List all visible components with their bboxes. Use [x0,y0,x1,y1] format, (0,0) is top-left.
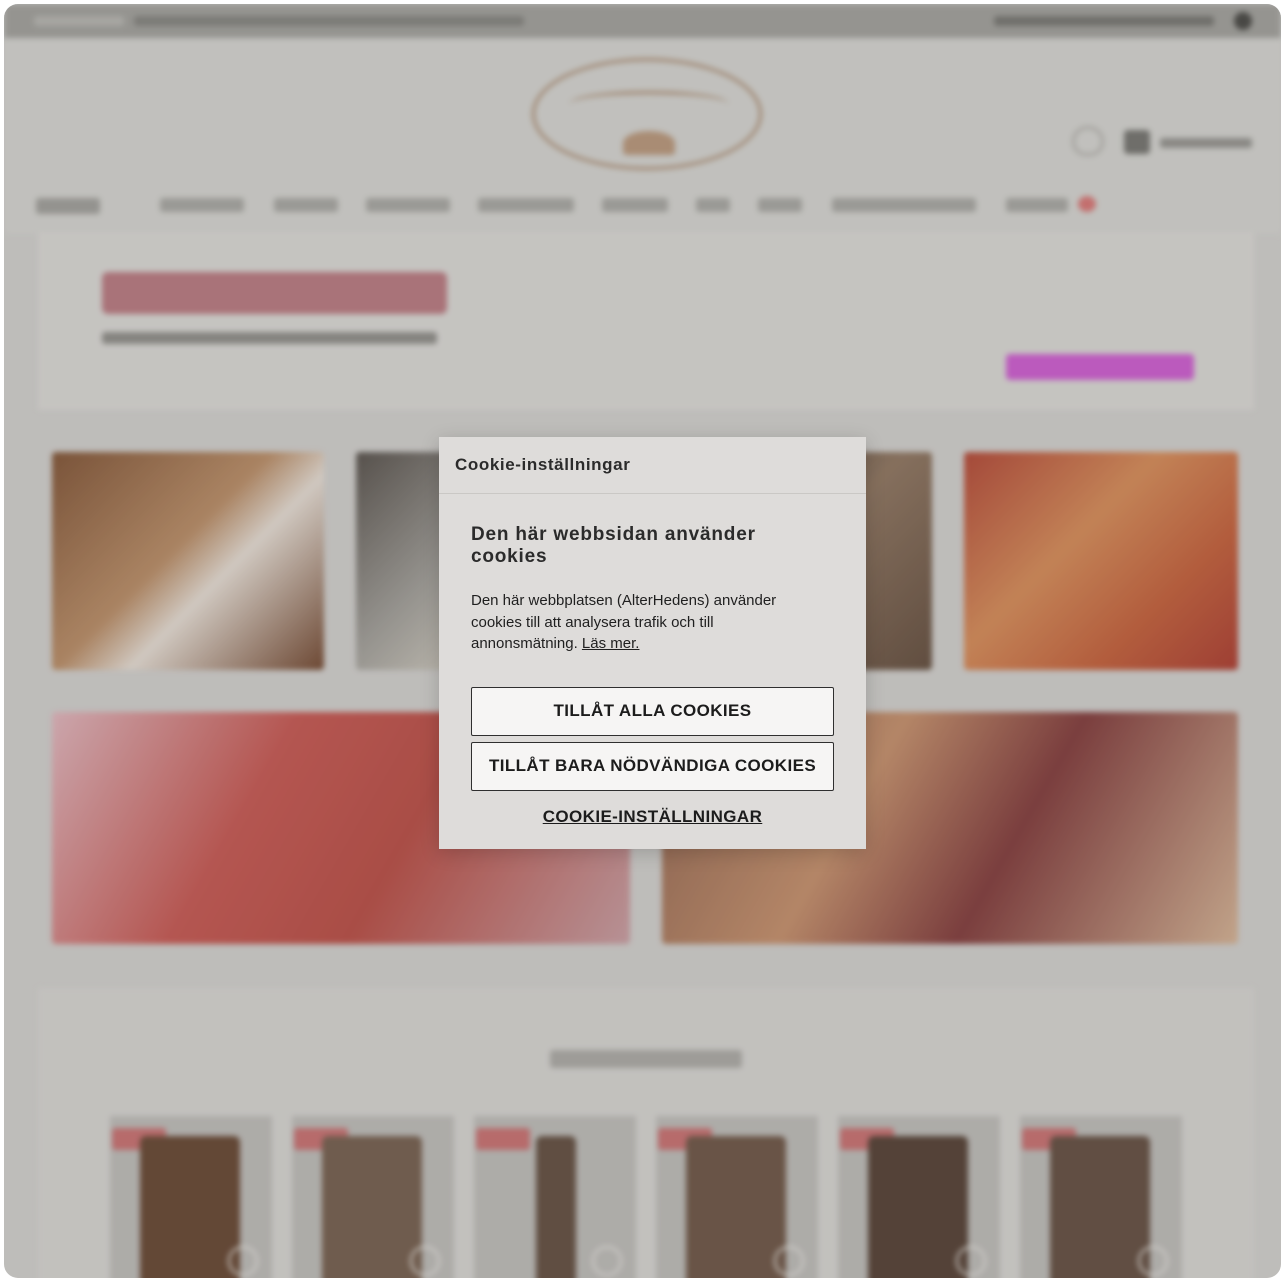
browser-window: Cookie-inställningar Den här webbsidan a… [4,4,1281,1278]
dialog-description: Den här webbplatsen (AlterHedens) använd… [471,590,811,655]
allow-all-cookies-button[interactable]: TILLÅT ALLA COOKIES [471,686,834,736]
read-more-link[interactable]: Läs mer. [582,635,640,652]
dialog-body: Den här webbsidan använder cookies Den h… [439,494,866,827]
cookie-consent-dialog: Cookie-inställningar Den här webbsidan a… [439,437,866,849]
cookie-settings-link[interactable]: COOKIE-INSTÄLLNINGAR [471,807,834,827]
dialog-title: Den här webbsidan använder cookies [471,524,756,567]
dialog-header: Cookie-inställningar [439,437,866,494]
allow-necessary-cookies-button[interactable]: TILLÅT BARA NÖDVÄNDIGA COOKIES [471,741,834,791]
